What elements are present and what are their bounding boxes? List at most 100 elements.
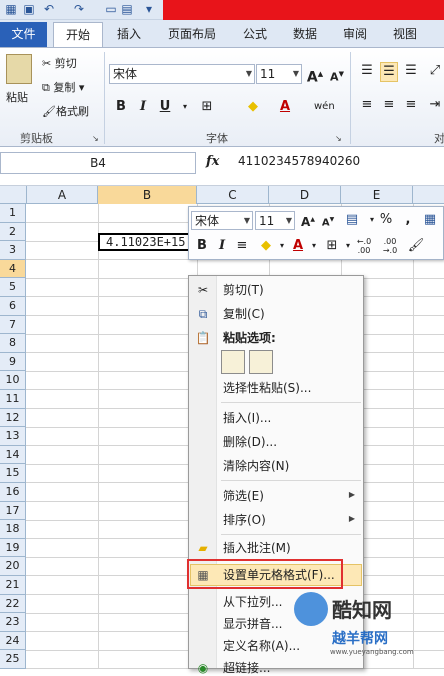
select-all-corner[interactable] xyxy=(0,186,27,204)
mini-font-size[interactable]: 11 ▼ xyxy=(255,211,295,230)
dialog-launcher-icon[interactable]: ↘ xyxy=(335,134,342,143)
format-painter-button[interactable]: 🖌格式刷 xyxy=(42,104,89,120)
column-header-d[interactable]: D xyxy=(269,186,341,204)
row-header[interactable]: 19 xyxy=(0,538,26,558)
formula-input[interactable]: 4110234578940260 xyxy=(238,154,360,168)
paste-icon[interactable] xyxy=(6,54,32,84)
row-header[interactable]: 21 xyxy=(0,576,26,595)
chevron-down-icon[interactable]: ▾ xyxy=(176,98,194,116)
font-color-icon[interactable]: A xyxy=(276,98,294,116)
row-header[interactable]: 24 xyxy=(0,631,26,651)
tab-insert[interactable]: 插入 xyxy=(112,22,146,47)
menu-item-hyperlink[interactable]: 超链接... xyxy=(223,660,270,676)
italic-icon[interactable]: I xyxy=(213,237,231,255)
row-header[interactable]: 9 xyxy=(0,352,26,372)
row-header[interactable]: 11 xyxy=(0,390,26,409)
accounting-format-icon[interactable]: ▤ xyxy=(343,211,361,229)
tab-formulas[interactable]: 公式 xyxy=(238,22,272,47)
paste-button[interactable]: 粘贴 xyxy=(6,90,28,106)
align-left-icon[interactable]: ≡ xyxy=(358,96,376,114)
chevron-down-icon[interactable]: ▾ xyxy=(305,237,323,255)
dialog-launcher-icon[interactable]: ↘ xyxy=(92,134,99,143)
menu-item-copy[interactable]: 复制(C) xyxy=(223,306,265,322)
undo-icon[interactable]: ↶ xyxy=(42,2,56,16)
menu-item-sort[interactable]: 排序(O) xyxy=(223,512,266,528)
align-bottom-icon[interactable]: ☰ xyxy=(402,62,420,80)
phonetic-icon[interactable]: wén xyxy=(314,98,335,116)
tab-page-layout[interactable]: 页面布局 xyxy=(162,22,222,47)
row-header[interactable]: 2 xyxy=(0,222,26,242)
row-header[interactable]: 17 xyxy=(0,501,26,521)
merge-icon[interactable]: ▦ xyxy=(421,211,439,229)
row-header[interactable]: 22 xyxy=(0,594,26,614)
insert-function-icon[interactable]: fx xyxy=(206,154,219,169)
orientation-icon[interactable]: ⤢ xyxy=(426,62,444,80)
copy-button[interactable]: ⧉ 复制 ▾ xyxy=(42,80,84,96)
row-header[interactable]: 15 xyxy=(0,464,26,483)
menu-item-pick-list[interactable]: 从下拉列... xyxy=(223,594,282,610)
brush-icon[interactable]: 🖌 xyxy=(407,237,425,255)
row-header[interactable]: 23 xyxy=(0,613,26,632)
row-header[interactable]: 16 xyxy=(0,483,26,502)
row-header[interactable]: 13 xyxy=(0,427,26,446)
bold-icon[interactable]: B xyxy=(193,237,211,255)
tab-review[interactable]: 审阅 xyxy=(338,22,372,47)
row-header[interactable]: 7 xyxy=(0,315,26,335)
underline-icon[interactable]: U xyxy=(156,98,174,116)
shrink-font-icon[interactable]: A▼ xyxy=(328,65,346,87)
row-header[interactable]: 18 xyxy=(0,520,26,539)
italic-icon[interactable]: I xyxy=(134,98,152,116)
folder-icon[interactable]: ▤ xyxy=(120,2,134,16)
row-header[interactable]: 25 xyxy=(0,650,26,669)
menu-item-delete[interactable]: 删除(D)... xyxy=(223,434,277,450)
bold-icon[interactable]: B xyxy=(112,98,130,116)
column-header-e[interactable]: E xyxy=(341,186,413,204)
row-header[interactable]: 1 xyxy=(0,204,26,223)
border-icon[interactable]: ⊞ xyxy=(198,98,216,116)
row-header[interactable]: 6 xyxy=(0,297,26,316)
decrease-decimal-icon[interactable]: .00 →.0 xyxy=(381,237,399,255)
grow-font-icon[interactable]: A▲ xyxy=(306,65,324,87)
menu-item-phonetic[interactable]: 显示拼音... xyxy=(223,616,282,632)
align-center-icon[interactable]: ≡ xyxy=(380,96,398,114)
row-header[interactable]: 12 xyxy=(0,408,26,428)
menu-item-paste-special[interactable]: 选择性粘贴(S)... xyxy=(223,380,311,396)
fill-color-icon[interactable]: ◆ xyxy=(244,98,262,116)
font-name-box[interactable]: 宋体 ▼ xyxy=(109,64,255,84)
grow-font-icon[interactable]: A▲ xyxy=(299,211,317,231)
row-header[interactable]: 5 xyxy=(0,278,26,297)
name-box[interactable]: B4 xyxy=(0,152,196,174)
tab-file[interactable]: 文件 xyxy=(0,22,47,47)
font-size-box[interactable]: 11 ▼ xyxy=(256,64,302,84)
tab-view[interactable]: 视图 xyxy=(388,22,422,47)
open-icon[interactable]: ▭ xyxy=(104,2,118,16)
column-header-a[interactable]: A xyxy=(27,186,98,204)
tab-data[interactable]: 数据 xyxy=(288,22,322,47)
menu-item-insert-comment[interactable]: 插入批注(M) xyxy=(223,540,291,556)
menu-item-cut[interactable]: 剪切(T) xyxy=(223,282,264,298)
cut-button[interactable]: ✂ 剪切 xyxy=(42,56,77,72)
row-header[interactable]: 4 xyxy=(0,259,26,279)
shrink-font-icon[interactable]: A▼ xyxy=(319,211,337,232)
menu-item-clear[interactable]: 清除内容(N) xyxy=(223,458,289,474)
redo-icon[interactable]: ↷ xyxy=(72,2,86,16)
paste-values-icon[interactable] xyxy=(249,350,273,374)
tab-home[interactable]: 开始 xyxy=(53,22,103,47)
excel-icon[interactable]: ▦ xyxy=(4,2,18,16)
column-header-b[interactable]: B xyxy=(98,186,197,204)
center-icon[interactable]: ≡ xyxy=(233,237,251,255)
menu-item-filter[interactable]: 筛选(E) xyxy=(223,488,264,504)
comma-icon[interactable]: , xyxy=(399,211,417,229)
customize-icon[interactable]: ▾ xyxy=(142,2,156,16)
row-header[interactable]: 8 xyxy=(0,334,26,353)
menu-item-insert[interactable]: 插入(I)... xyxy=(223,410,271,426)
row-header[interactable]: 14 xyxy=(0,445,26,465)
row-header[interactable]: 20 xyxy=(0,557,26,576)
column-header-c[interactable]: C xyxy=(197,186,269,204)
align-right-icon[interactable]: ≡ xyxy=(402,96,420,114)
align-middle-icon[interactable]: ☰ xyxy=(380,62,398,82)
paste-icon[interactable] xyxy=(221,350,245,374)
row-header[interactable]: 3 xyxy=(0,241,26,260)
increase-decimal-icon[interactable]: ←.0 .00 xyxy=(355,237,373,255)
row-header[interactable]: 10 xyxy=(0,371,26,390)
